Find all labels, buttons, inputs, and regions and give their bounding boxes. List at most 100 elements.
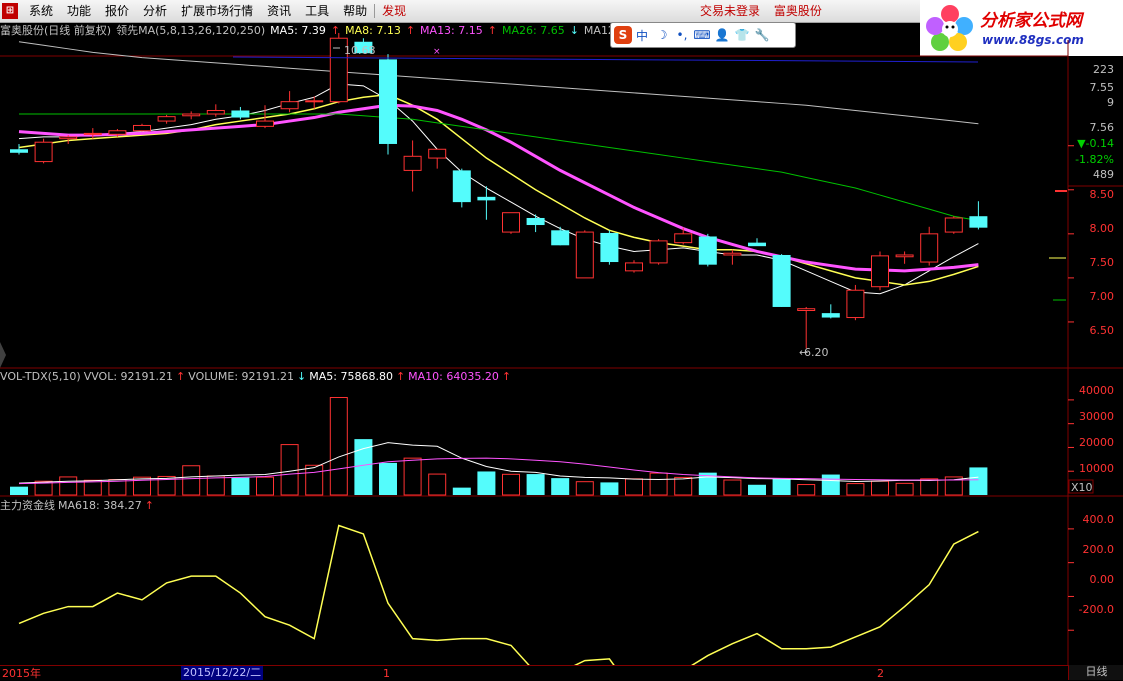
candle — [821, 304, 840, 319]
candle-body — [920, 233, 939, 263]
stock-title: 富奥股份(日线 前复权) — [0, 24, 112, 37]
volume-bar — [206, 475, 225, 496]
candle — [59, 135, 78, 144]
ime-toolbar[interactable]: S 中 ☽ •, ⌨ 👤 👕 🔧 — [610, 22, 796, 48]
volume-bar — [10, 486, 28, 495]
candle — [157, 114, 176, 124]
candle-body — [231, 110, 250, 118]
candle — [600, 230, 619, 265]
side-collapse-icon[interactable] — [0, 342, 6, 368]
candle-body — [600, 232, 619, 263]
candle-body — [502, 212, 520, 233]
moving-average-lines — [18, 41, 979, 295]
menu-item-tools[interactable]: 工具 — [298, 0, 336, 22]
candle — [551, 226, 570, 246]
axis-ticks — [1068, 145, 1074, 631]
ma-line-ma26 — [19, 113, 979, 222]
candle-body — [403, 155, 422, 171]
volume-bar — [969, 467, 988, 495]
stock-chart[interactable]: 10.68 6.20 ← × 223 7.55 9 7.56 ▼-0.14 -1… — [0, 0, 1123, 680]
volume-bar — [895, 482, 914, 496]
candle-body — [329, 37, 348, 103]
broker-name[interactable]: 富奥股份 — [774, 4, 822, 18]
volume-bar — [379, 462, 397, 495]
app-logo-icon[interactable]: ⊞ — [2, 3, 18, 19]
month-label: 1 — [383, 667, 390, 680]
ime-skin-icon[interactable]: 👕 — [732, 28, 752, 42]
candle — [354, 38, 373, 54]
candle — [206, 104, 225, 117]
info-percent: -1.82% — [1075, 153, 1114, 166]
volume-bars — [10, 397, 988, 496]
volume-bar — [797, 484, 816, 496]
volume-bar — [34, 480, 53, 496]
candle — [625, 260, 643, 273]
down-arrow-icon: ↓ — [569, 24, 579, 37]
candle — [256, 105, 274, 129]
volume-bar — [551, 478, 570, 495]
candle — [133, 123, 151, 132]
login-status[interactable]: 交易未登录 — [700, 4, 760, 18]
ime-moon-icon[interactable]: ☽ — [652, 28, 672, 42]
candle — [871, 251, 889, 291]
indicator-name[interactable]: 领先MA(5,8,13,26,120,250) — [116, 24, 265, 37]
candle-body — [108, 130, 127, 135]
candle-body — [821, 313, 840, 318]
volume-tick: 30000 — [1079, 410, 1114, 423]
menu-item-system[interactable]: 系统 — [22, 0, 60, 22]
ime-punct-icon[interactable]: •, — [672, 28, 692, 42]
volume-bar — [477, 471, 496, 495]
price-tick: 7.00 — [1090, 290, 1115, 303]
candle-body — [34, 141, 53, 163]
ime-user-icon[interactable]: 👤 — [712, 28, 732, 42]
vvol-value: VVOL: 92191.21 — [83, 370, 174, 383]
ma-line-ma13 — [18, 103, 979, 273]
candle — [723, 249, 742, 265]
volume-tick: 20000 — [1079, 436, 1114, 449]
fund-tick: 400.0 — [1083, 513, 1115, 526]
ime-tool-icon[interactable]: 🔧 — [752, 28, 772, 42]
down-arrow-icon: ↓ — [297, 370, 307, 383]
low-annotation: 6.20 — [804, 346, 829, 359]
candle-body — [379, 59, 397, 144]
period-selector[interactable]: 日线 — [1068, 665, 1123, 680]
menu-item-help[interactable]: 帮助 — [336, 0, 374, 22]
candle-body — [625, 262, 643, 272]
menu-item-discover[interactable]: 发现 — [375, 0, 413, 22]
menu-item-function[interactable]: 功能 — [60, 0, 98, 22]
vol-indicator-name[interactable]: VOL-TDX(5,10) — [0, 370, 81, 383]
price-tick: 7.50 — [1090, 256, 1115, 269]
ime-chinese-mode[interactable]: 中 — [632, 27, 652, 44]
volume-bar — [428, 473, 447, 496]
month-label: 2 — [877, 667, 884, 680]
candle — [772, 254, 791, 307]
menu-item-analysis[interactable]: 分析 — [136, 0, 174, 22]
volume-bar — [698, 472, 717, 495]
volume-bar — [846, 483, 865, 496]
candle — [231, 106, 250, 120]
volume-bar — [526, 474, 545, 495]
candle — [403, 140, 422, 192]
volume-bar — [59, 476, 78, 496]
brand-title: 分析家公式网 — [980, 11, 1082, 31]
volume-tick: 10000 — [1079, 462, 1114, 475]
price-marker — [1055, 190, 1067, 192]
menu-item-quote[interactable]: 报价 — [98, 0, 136, 22]
cursor-date: 2015/12/22/二 — [181, 666, 264, 680]
candle-body — [206, 109, 225, 115]
up-arrow-icon: ↑ — [176, 370, 186, 383]
fund-line-ma618 — [18, 524, 979, 680]
up-arrow-icon: ↑ — [330, 24, 341, 37]
ime-keyboard-icon[interactable]: ⌨ — [692, 28, 712, 42]
candle-body — [157, 116, 176, 122]
menu-item-news[interactable]: 资讯 — [260, 0, 298, 22]
volume-bar — [723, 479, 742, 496]
candle-body — [846, 289, 865, 319]
sogou-logo-icon[interactable]: S — [614, 26, 632, 44]
candle-body — [477, 196, 496, 201]
menu-item-extended-market[interactable]: 扩展市场行情 — [174, 0, 260, 22]
volume-bar — [944, 476, 963, 496]
volume-bar — [674, 476, 693, 496]
volume-value: VOLUME: 92191.21 — [188, 370, 295, 383]
fund-indicator-name[interactable]: 主力资金线 — [0, 499, 55, 512]
